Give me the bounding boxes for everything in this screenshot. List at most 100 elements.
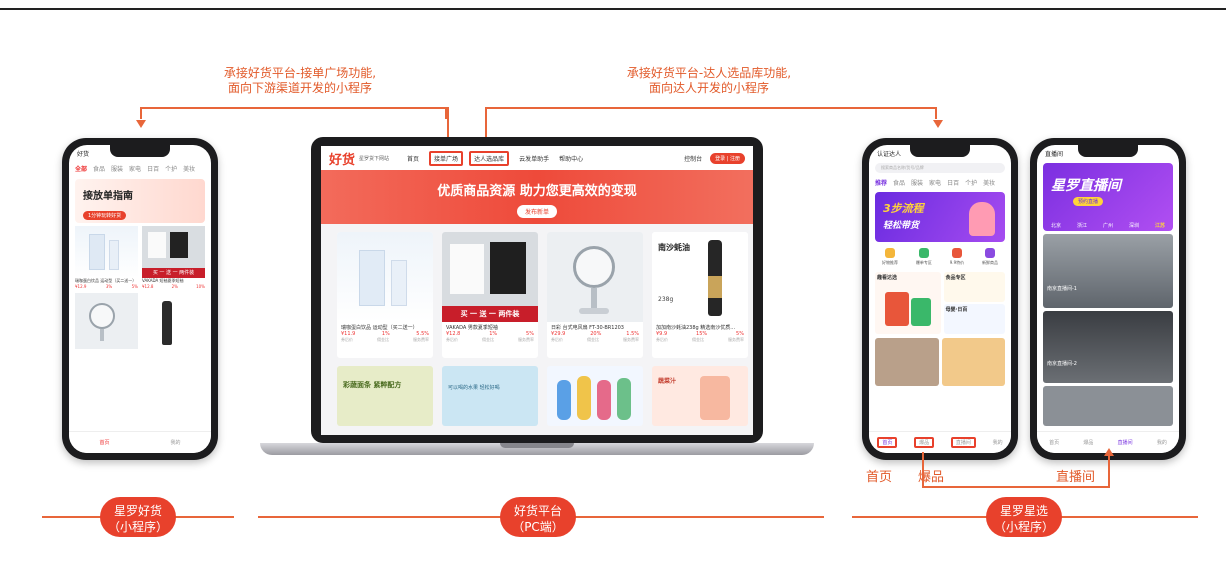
nav-help[interactable]: 帮助中心: [559, 154, 583, 163]
tab-mine[interactable]: 我的: [1157, 439, 1167, 446]
city-tab[interactable]: 北京: [1051, 222, 1061, 229]
pc-product-card[interactable]: 买 一 送 一 两件装 VAKADA 男款夏季短袖 ¥12.8 1% 5% 券后…: [442, 232, 538, 358]
tab-clothes[interactable]: 服装: [911, 178, 923, 187]
tab-live[interactable]: 直播间: [1118, 439, 1133, 446]
oyster-name: 南沙蚝油: [658, 243, 690, 252]
label-price: 券后价: [551, 337, 563, 342]
annotation-left-line2: 面向下游渠道开发的小程序: [227, 81, 372, 95]
tab-daily[interactable]: 日百: [947, 178, 959, 187]
tab-food[interactable]: 食品: [93, 164, 105, 173]
product-title: 日彩 台式电风扇 FT-30-BR1203: [551, 325, 624, 331]
tab-daily[interactable]: 日百: [147, 164, 159, 173]
tab-beauty[interactable]: 美妆: [183, 164, 195, 173]
city-tab[interactable]: 广州: [1103, 222, 1113, 229]
section-card[interactable]: 食品专区: [943, 272, 1005, 302]
icon-entry[interactable]: 好物推荐: [882, 248, 898, 266]
icon-entry[interactable]: 9.9特价: [950, 248, 964, 266]
nav-console[interactable]: 控制台: [684, 154, 702, 163]
tab-care[interactable]: 个护: [165, 164, 177, 173]
city-tab[interactable]: 江苏: [1155, 222, 1165, 229]
section-card[interactable]: 母婴·日百: [943, 304, 1005, 334]
label-rate: 佣金比: [587, 337, 599, 342]
tab-mine[interactable]: 我的: [993, 439, 1003, 446]
phone-tabs[interactable]: 全部 食品 服装 家电 日百 个护 美妆: [69, 161, 211, 176]
feed-image[interactable]: [941, 338, 1005, 386]
pc-product-card[interactable]: 蔬菜汁: [652, 366, 748, 426]
icon-entry[interactable]: 爆单专区: [916, 248, 932, 266]
tab-clothes[interactable]: 服装: [111, 164, 123, 173]
guide-banner[interactable]: 接放单指南 1分钟玩转好货: [75, 179, 205, 223]
icon-label: 9.9特价: [949, 260, 965, 265]
product-card[interactable]: 瑞咖蛋白饮品 运动型（买二送一） ¥12.9 3% 5%: [75, 226, 138, 289]
label-fee: 服务费率: [518, 337, 534, 342]
product-stats: ¥12.8 2% 10%: [142, 284, 205, 289]
tab-care[interactable]: 个护: [965, 178, 977, 187]
phone-xingxuan-home-screen: 认证达人 搜索商品名称/货号/品牌 推荐 食品 服装 家电 日百 个护 美妆 3…: [869, 145, 1011, 453]
section-row: 趣看达选 食品专区 母婴·日百: [869, 266, 1011, 334]
product-image: [337, 232, 433, 322]
reserve-live-button[interactable]: 预约直播: [1073, 197, 1104, 206]
live-banner[interactable]: 星罗直播间 预约直播 北京 浙江 广州 深圳 江苏: [1043, 163, 1173, 231]
product-card[interactable]: 买 一 送 一 两件装 VAKADA 短袖夏季短袖 ¥12.8 2% 10%: [142, 226, 205, 289]
phone-tabs[interactable]: 推荐 食品 服装 家电 日百 个护 美妆: [869, 175, 1011, 190]
section-title: 食品专区: [945, 275, 966, 281]
city-tabs[interactable]: 北京 浙江 广州 深圳 江苏: [1043, 222, 1173, 229]
section-title: 母婴·日百: [945, 307, 968, 313]
product-price: ¥12.9: [75, 284, 87, 289]
phone-notch: [1078, 145, 1138, 157]
guide-banner-title: 接放单指南: [83, 191, 133, 202]
tab-beauty[interactable]: 美妆: [983, 178, 995, 187]
promo-banner[interactable]: 3步流程 轻松带货: [875, 192, 1005, 242]
tab-home[interactable]: 首页: [877, 437, 898, 448]
pc-product-card[interactable]: 可以喝的水果 轻松好喝: [442, 366, 538, 426]
laptop-base-notch: [500, 443, 574, 448]
tab-appliance[interactable]: 家电: [129, 164, 141, 173]
oyster-product-image[interactable]: [142, 293, 205, 349]
nav-cloud-helper[interactable]: 云发单助手: [519, 154, 549, 163]
tab-hot[interactable]: 爆品: [914, 437, 935, 448]
section-card[interactable]: 趣看达选: [875, 272, 941, 334]
pc-product-card[interactable]: 日彩 台式电风扇 FT-30-BR1203 ¥29.9 20% 1.5% 券后价…: [547, 232, 643, 358]
product-stats: ¥12.9 3% 5%: [75, 284, 138, 289]
publish-order-button[interactable]: 发布新单: [516, 205, 557, 218]
city-tab[interactable]: 浙江: [1077, 222, 1087, 229]
icon-entry[interactable]: 新鲜商品: [982, 248, 998, 266]
nav-home[interactable]: 首页: [407, 154, 419, 163]
tab-home[interactable]: 首页: [99, 439, 109, 446]
feed-image[interactable]: [875, 338, 939, 386]
nav-talent-library[interactable]: 达人选品库: [469, 150, 510, 166]
live-room-card[interactable]: 南京直播间-1: [1043, 234, 1173, 308]
hero-title: 优质商品资源 助力您更高效的变现: [437, 184, 637, 199]
tab-all[interactable]: 全部: [75, 164, 87, 173]
tab-live[interactable]: 直播间: [950, 437, 976, 448]
tab-home[interactable]: 首页: [1049, 439, 1059, 446]
pc-product-card[interactable]: [547, 366, 643, 426]
live-room-name: 南京直播间-1: [1047, 286, 1077, 292]
product-image: [547, 232, 643, 322]
login-button[interactable]: 登录 | 注册: [710, 152, 745, 164]
feed-row: [869, 334, 1011, 386]
product-stat-labels: 券后价 佣金比 服务费率: [341, 337, 429, 343]
city-tab[interactable]: 深圳: [1129, 222, 1139, 229]
pc-product-card[interactable]: 南沙蚝油 238g 加加南沙蚝油238g 精选南沙优质... ¥9.9 15% …: [652, 232, 748, 358]
guide-banner-sub: 1分钟玩转好货: [83, 211, 127, 220]
live-room-card[interactable]: 南京直播间-2: [1043, 311, 1173, 383]
ribbon-mid: 好货平台 （PC端）: [500, 497, 576, 537]
tab-mine[interactable]: 我的: [170, 439, 180, 446]
banner-big: 3步流程: [883, 202, 924, 215]
pc-product-card[interactable]: 瑞咖蛋白饮品 运动型（买二送一） ¥11.9 1% 5.5% 券后价 佣金比 服…: [337, 232, 433, 358]
phone-xingxuan-live: 直播间 星罗直播间 预约直播 北京 浙江 广州 深圳 江苏 南京直播间-1 南京…: [1030, 138, 1186, 460]
live-room-card[interactable]: [1043, 386, 1173, 426]
pc-logo[interactable]: 好货: [329, 149, 355, 168]
search-input[interactable]: 搜索商品名称/货号/品牌: [875, 163, 1005, 173]
pc-header: 好货 星罗货下网站 首页 接单广场 达人选品库 云发单助手 帮助中心 控制台 登…: [321, 146, 753, 170]
tab-hot[interactable]: 爆品: [1083, 439, 1093, 446]
fan-product-image[interactable]: [75, 293, 138, 349]
tab-food[interactable]: 食品: [893, 178, 905, 187]
product-title: VAKADA 男款夏季短袖: [446, 325, 498, 331]
nav-order-square[interactable]: 接单广场: [429, 150, 464, 166]
tab-appliance[interactable]: 家电: [929, 178, 941, 187]
pc-product-card[interactable]: 彩蔬面条 紧粹配方: [337, 366, 433, 426]
label-price: 券后价: [341, 337, 353, 342]
tab-recommend[interactable]: 推荐: [875, 178, 887, 187]
